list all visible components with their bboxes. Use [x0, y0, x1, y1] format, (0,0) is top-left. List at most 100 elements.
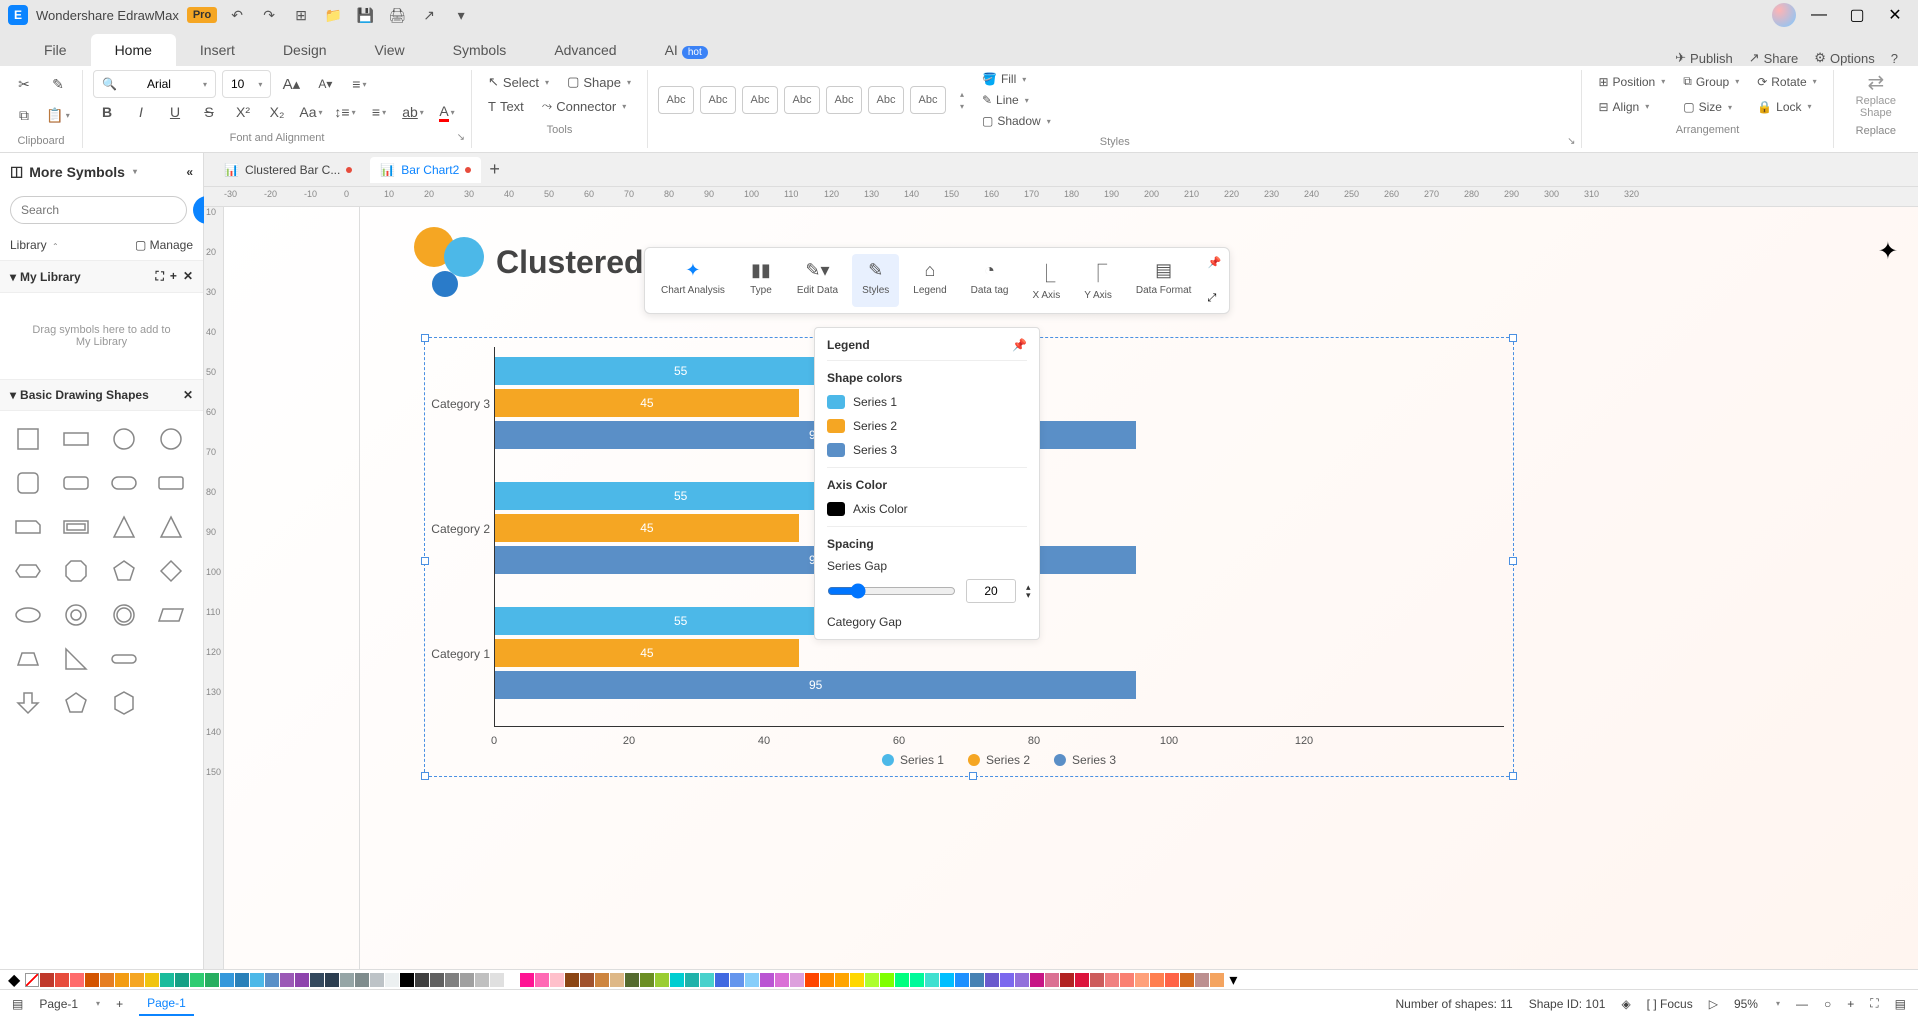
expand-icon[interactable]: ⤢: [1207, 292, 1221, 305]
color-swatch[interactable]: [760, 973, 774, 987]
color-swatch[interactable]: [385, 973, 399, 987]
color-swatch[interactable]: [865, 973, 879, 987]
color-swatch[interactable]: [925, 973, 939, 987]
shape-triangle2[interactable]: [153, 509, 189, 545]
expand-icon[interactable]: ⛶: [156, 269, 164, 284]
shape-snip-rect[interactable]: [10, 509, 46, 545]
shape-right-triangle[interactable]: [58, 641, 94, 677]
style-preset-5[interactable]: Abc: [826, 86, 862, 114]
fill-button[interactable]: 🪣Fill▾: [978, 70, 1055, 88]
italic-icon[interactable]: I: [127, 98, 155, 126]
resize-handle[interactable]: [421, 557, 429, 565]
tab-ai[interactable]: AIhot: [641, 34, 732, 66]
color-swatch[interactable]: [415, 973, 429, 987]
position-button[interactable]: ⊞Position▾: [1592, 71, 1671, 93]
shadow-button[interactable]: ▢Shadow▾: [978, 112, 1055, 130]
color-swatch[interactable]: [970, 973, 984, 987]
color-swatch[interactable]: [1015, 973, 1029, 987]
color-swatch[interactable]: [220, 973, 234, 987]
stepper-icon[interactable]: ▴▾: [1026, 583, 1031, 599]
color-swatch[interactable]: [70, 973, 84, 987]
shape-frame[interactable]: [58, 509, 94, 545]
color-swatch[interactable]: [295, 973, 309, 987]
align-button[interactable]: ⊟Align▾: [1592, 96, 1671, 118]
layout-icon[interactable]: ▤: [12, 997, 23, 1011]
color-swatch[interactable]: [175, 973, 189, 987]
mylibrary-dropzone[interactable]: Drag symbols here to add to My Library: [10, 303, 193, 369]
color-swatch[interactable]: [775, 973, 789, 987]
color-swatch[interactable]: [940, 973, 954, 987]
redo-icon[interactable]: ↷: [257, 3, 281, 27]
line-button[interactable]: ✎Line▾: [978, 91, 1055, 109]
color-swatch[interactable]: [550, 973, 564, 987]
color-swatch[interactable]: [310, 973, 324, 987]
color-swatch[interactable]: [827, 395, 845, 409]
zoom-level[interactable]: 95%: [1734, 997, 1758, 1011]
doc-tab-2[interactable]: 📊Bar Chart2: [370, 157, 481, 183]
color-swatch[interactable]: [400, 973, 414, 987]
color-swatch[interactable]: [1210, 973, 1224, 987]
resize-handle[interactable]: [1509, 557, 1517, 565]
color-swatch[interactable]: [160, 973, 174, 987]
open-icon[interactable]: 📁: [321, 3, 345, 27]
line-spacing-icon[interactable]: ↕≡▾: [331, 98, 359, 126]
color-swatch[interactable]: [700, 973, 714, 987]
resize-handle[interactable]: [1509, 334, 1517, 342]
style-preset-1[interactable]: Abc: [658, 86, 694, 114]
color-swatch[interactable]: [40, 973, 54, 987]
shape-circle-thin[interactable]: [153, 421, 189, 457]
shape-pentagon2[interactable]: [58, 685, 94, 721]
color-swatch[interactable]: [1195, 973, 1209, 987]
color-swatch[interactable]: [835, 973, 849, 987]
color-swatch[interactable]: [565, 973, 579, 987]
color-swatch[interactable]: [340, 973, 354, 987]
style-preset-2[interactable]: Abc: [700, 86, 736, 114]
lock-button[interactable]: 🔒Lock▾: [1751, 96, 1822, 118]
color-swatch[interactable]: [827, 502, 845, 516]
minimize-icon[interactable]: —: [1804, 3, 1834, 27]
color-swatch[interactable]: [670, 973, 684, 987]
color-swatch[interactable]: [145, 973, 159, 987]
color-swatch[interactable]: [1090, 973, 1104, 987]
rotate-button[interactable]: ⟳Rotate▾: [1751, 71, 1822, 93]
decrease-font-icon[interactable]: A▾: [311, 70, 339, 98]
basic-shapes-header[interactable]: ▾Basic Drawing Shapes ✕: [0, 379, 203, 411]
close-icon[interactable]: ✕: [183, 269, 193, 284]
text-tool[interactable]: TText: [482, 95, 530, 118]
tab-home[interactable]: Home: [91, 34, 176, 66]
color-swatch[interactable]: [535, 973, 549, 987]
zoom-out-button[interactable]: —: [1796, 997, 1808, 1011]
color-swatch[interactable]: [595, 973, 609, 987]
data-format-button[interactable]: ▤Data Format: [1126, 254, 1202, 307]
shape-rounded-rect[interactable]: [58, 465, 94, 501]
options-button[interactable]: ⚙Options: [1814, 50, 1874, 66]
color-swatch[interactable]: [325, 973, 339, 987]
y-axis-button[interactable]: ⎾Y Axis: [1074, 254, 1122, 307]
color-swatch[interactable]: [265, 973, 279, 987]
shape-rounded-square[interactable]: [10, 465, 46, 501]
copy-icon[interactable]: ⧉: [10, 101, 38, 129]
color-swatch[interactable]: [205, 973, 219, 987]
shape-donut2[interactable]: [106, 597, 142, 633]
shape-tool[interactable]: ▢Shape▾: [561, 70, 637, 94]
select-tool[interactable]: ↖Select▾: [482, 70, 555, 94]
add-icon[interactable]: +: [170, 269, 177, 284]
shape-hexagon[interactable]: [106, 685, 142, 721]
color-swatch[interactable]: [475, 973, 489, 987]
pin-icon[interactable]: 📌: [1207, 256, 1221, 269]
tab-insert[interactable]: Insert: [176, 34, 259, 66]
shape-empty2[interactable]: [153, 685, 189, 721]
tab-view[interactable]: View: [351, 34, 429, 66]
add-tab-button[interactable]: +: [489, 159, 500, 180]
resize-handle[interactable]: [969, 772, 977, 780]
color-swatch[interactable]: [1060, 973, 1074, 987]
color-swatch[interactable]: [100, 973, 114, 987]
close-icon[interactable]: ✕: [1880, 3, 1910, 27]
color-swatch[interactable]: [715, 973, 729, 987]
chart-type-button[interactable]: ▮▮Type: [739, 254, 783, 307]
color-swatch[interactable]: [115, 973, 129, 987]
color-swatch[interactable]: [805, 973, 819, 987]
font-color-icon[interactable]: A▾: [433, 98, 461, 126]
fullscreen-icon[interactable]: ⛶: [1870, 996, 1878, 1011]
color-swatch[interactable]: [355, 973, 369, 987]
